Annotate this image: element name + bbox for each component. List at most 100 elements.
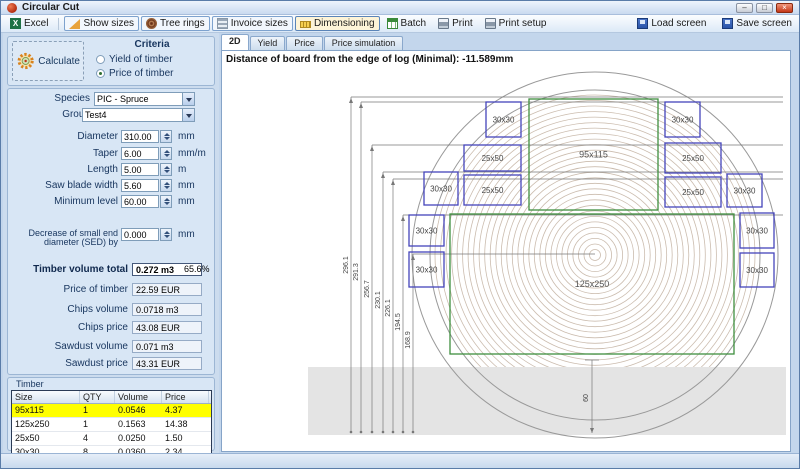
table-row[interactable]: 125x25010.156314.38 [12, 418, 211, 432]
field-row: Minimum level mm [8, 195, 214, 209]
species-value: PIC - Spruce [97, 94, 149, 104]
toolbar-button-print-setup[interactable]: Print setup [480, 16, 552, 31]
field-input[interactable] [121, 163, 159, 176]
table-cell: 25x50 [12, 432, 80, 445]
total-label: Chips volume [10, 304, 128, 315]
spinner-icon[interactable] [160, 179, 172, 192]
toolbar-button-invoice-sizes[interactable]: Invoice sizes [212, 16, 293, 31]
species-select[interactable]: PIC - Spruce [94, 92, 195, 106]
total-row: Timber volume total0.272 m365.6% [8, 263, 214, 277]
tab-2d[interactable]: 2D [221, 34, 249, 50]
field-input[interactable] [121, 195, 159, 208]
tab-price[interactable]: Price [286, 36, 323, 50]
batch-icon [387, 18, 398, 29]
radio-option-1[interactable]: Price of timber [96, 66, 173, 80]
table-cell: 14.38 [162, 418, 209, 431]
radio-option-0[interactable]: Yield of timber [96, 52, 173, 66]
table-header-cell[interactable]: Size [12, 391, 80, 403]
toolbar-button-tree-rings[interactable]: Tree rings [141, 16, 210, 31]
print-setup-icon [485, 18, 496, 29]
field-row: Lengthm [8, 163, 214, 177]
table-row[interactable]: 25x5040.02501.50 [12, 432, 211, 446]
field-row: Tapermm/m [8, 147, 214, 161]
spinner-icon[interactable] [160, 228, 172, 241]
tab-price-simulation[interactable]: Price simulation [324, 36, 404, 50]
dimension-label: 168.9 [405, 331, 412, 349]
dimension-label: 194.5 [395, 313, 402, 331]
species-row: Species PIC - Spruce [8, 92, 214, 106]
minimum-level-band [308, 367, 786, 435]
dimension-label: 296.1 [343, 256, 350, 274]
board-label: 30x30 [416, 227, 438, 236]
toolbar-label: Dimensioning [314, 18, 375, 29]
table-header-cell[interactable]: Volume [115, 391, 162, 403]
toolbar-right: Load screen Save screen [632, 16, 797, 31]
criteria-title: Criteria [92, 39, 212, 50]
table-cell: 1.50 [162, 432, 209, 445]
radio-icon[interactable] [96, 55, 105, 64]
excel-icon [10, 18, 21, 29]
group-row: Group Test4 [8, 108, 214, 122]
dimensioning-icon [300, 21, 311, 28]
tab-yield[interactable]: Yield [250, 36, 286, 50]
distance-info-text: Distance of board from the edge of log (… [226, 54, 513, 65]
field-input[interactable] [121, 147, 159, 160]
spinner-icon[interactable] [160, 163, 172, 176]
field-unit: mm [178, 196, 195, 207]
dimension-label: 256.7 [364, 280, 371, 298]
table-cell: 1 [80, 404, 115, 417]
field-row: Diametermm [8, 130, 214, 144]
total-row: Sawdust volume0.071 m3 [8, 340, 214, 354]
chevron-down-icon[interactable] [182, 93, 194, 105]
field-input[interactable] [121, 228, 159, 241]
group-select[interactable]: Test4 [82, 108, 195, 122]
spinner-icon[interactable] [160, 147, 172, 160]
toolbar-label: Print setup [499, 18, 547, 29]
criteria-groupbox: Calculate Criteria Yield of timber Price … [7, 36, 215, 86]
radio-icon[interactable] [96, 69, 105, 78]
toolbar-button-dimensioning[interactable]: Dimensioning [295, 16, 380, 31]
close-button[interactable]: × [776, 3, 793, 13]
board-label: 30x30 [672, 116, 694, 125]
field-input[interactable] [121, 130, 159, 143]
content-panel: 2DYieldPricePrice simulation Distance of… [221, 33, 791, 453]
table-row[interactable]: 95x11510.05464.37 [12, 404, 211, 418]
toolbar-button-batch[interactable]: Batch [382, 16, 432, 31]
window-bottom-frame [1, 453, 800, 469]
field-label: Decrease of small end diameter (SED) by [8, 229, 118, 247]
calculate-button[interactable]: Calculate [12, 41, 84, 81]
load-screen-icon [637, 18, 648, 29]
minimize-button[interactable]: – [736, 3, 753, 13]
toolbar-button-load-screen[interactable]: Load screen [632, 16, 711, 31]
table-cell: 0.1563 [115, 418, 162, 431]
window-controls: – □ × [736, 3, 793, 13]
radio-label: Price of timber [109, 68, 173, 79]
toolbar-button-show-sizes[interactable]: Show sizes [64, 16, 139, 31]
timber-groupbox: Timber SizeQTYVolumePrice95x11510.05464.… [7, 377, 215, 451]
print-icon [438, 18, 449, 29]
toolbar-button-print[interactable]: Print [433, 16, 478, 31]
view-tabs: 2DYieldPricePrice simulation [221, 34, 403, 50]
chevron-down-icon[interactable] [182, 109, 194, 121]
toolbar-label: Batch [401, 18, 427, 29]
spinner-icon[interactable] [160, 195, 172, 208]
toolbar-button-save-screen[interactable]: Save screen [717, 16, 797, 31]
species-label: Species [54, 93, 90, 104]
toolbar-button-excel[interactable]: Excel [5, 16, 53, 31]
table-cell: 4.37 [162, 404, 209, 417]
total-value: 22.59 EUR [132, 283, 202, 296]
toolbar-label: Save screen [736, 18, 792, 29]
toolbar: Excel Show sizesTree ringsInvoice sizes Di… [1, 15, 800, 33]
field-label: Length [8, 164, 118, 175]
spinner-icon[interactable] [160, 130, 172, 143]
board-label: 30x30 [746, 227, 768, 236]
table-header-cell[interactable]: QTY [80, 391, 115, 403]
field-row: Saw blade widthmm [8, 179, 214, 193]
table-header-cell[interactable]: Price [162, 391, 209, 403]
dimension-label: 291.3 [353, 263, 360, 281]
field-label: Taper [8, 148, 118, 159]
field-input[interactable] [121, 179, 159, 192]
maximize-button[interactable]: □ [756, 3, 773, 13]
total-value: 0.071 m3 [132, 340, 202, 353]
field-label: Minimum level [8, 196, 118, 207]
